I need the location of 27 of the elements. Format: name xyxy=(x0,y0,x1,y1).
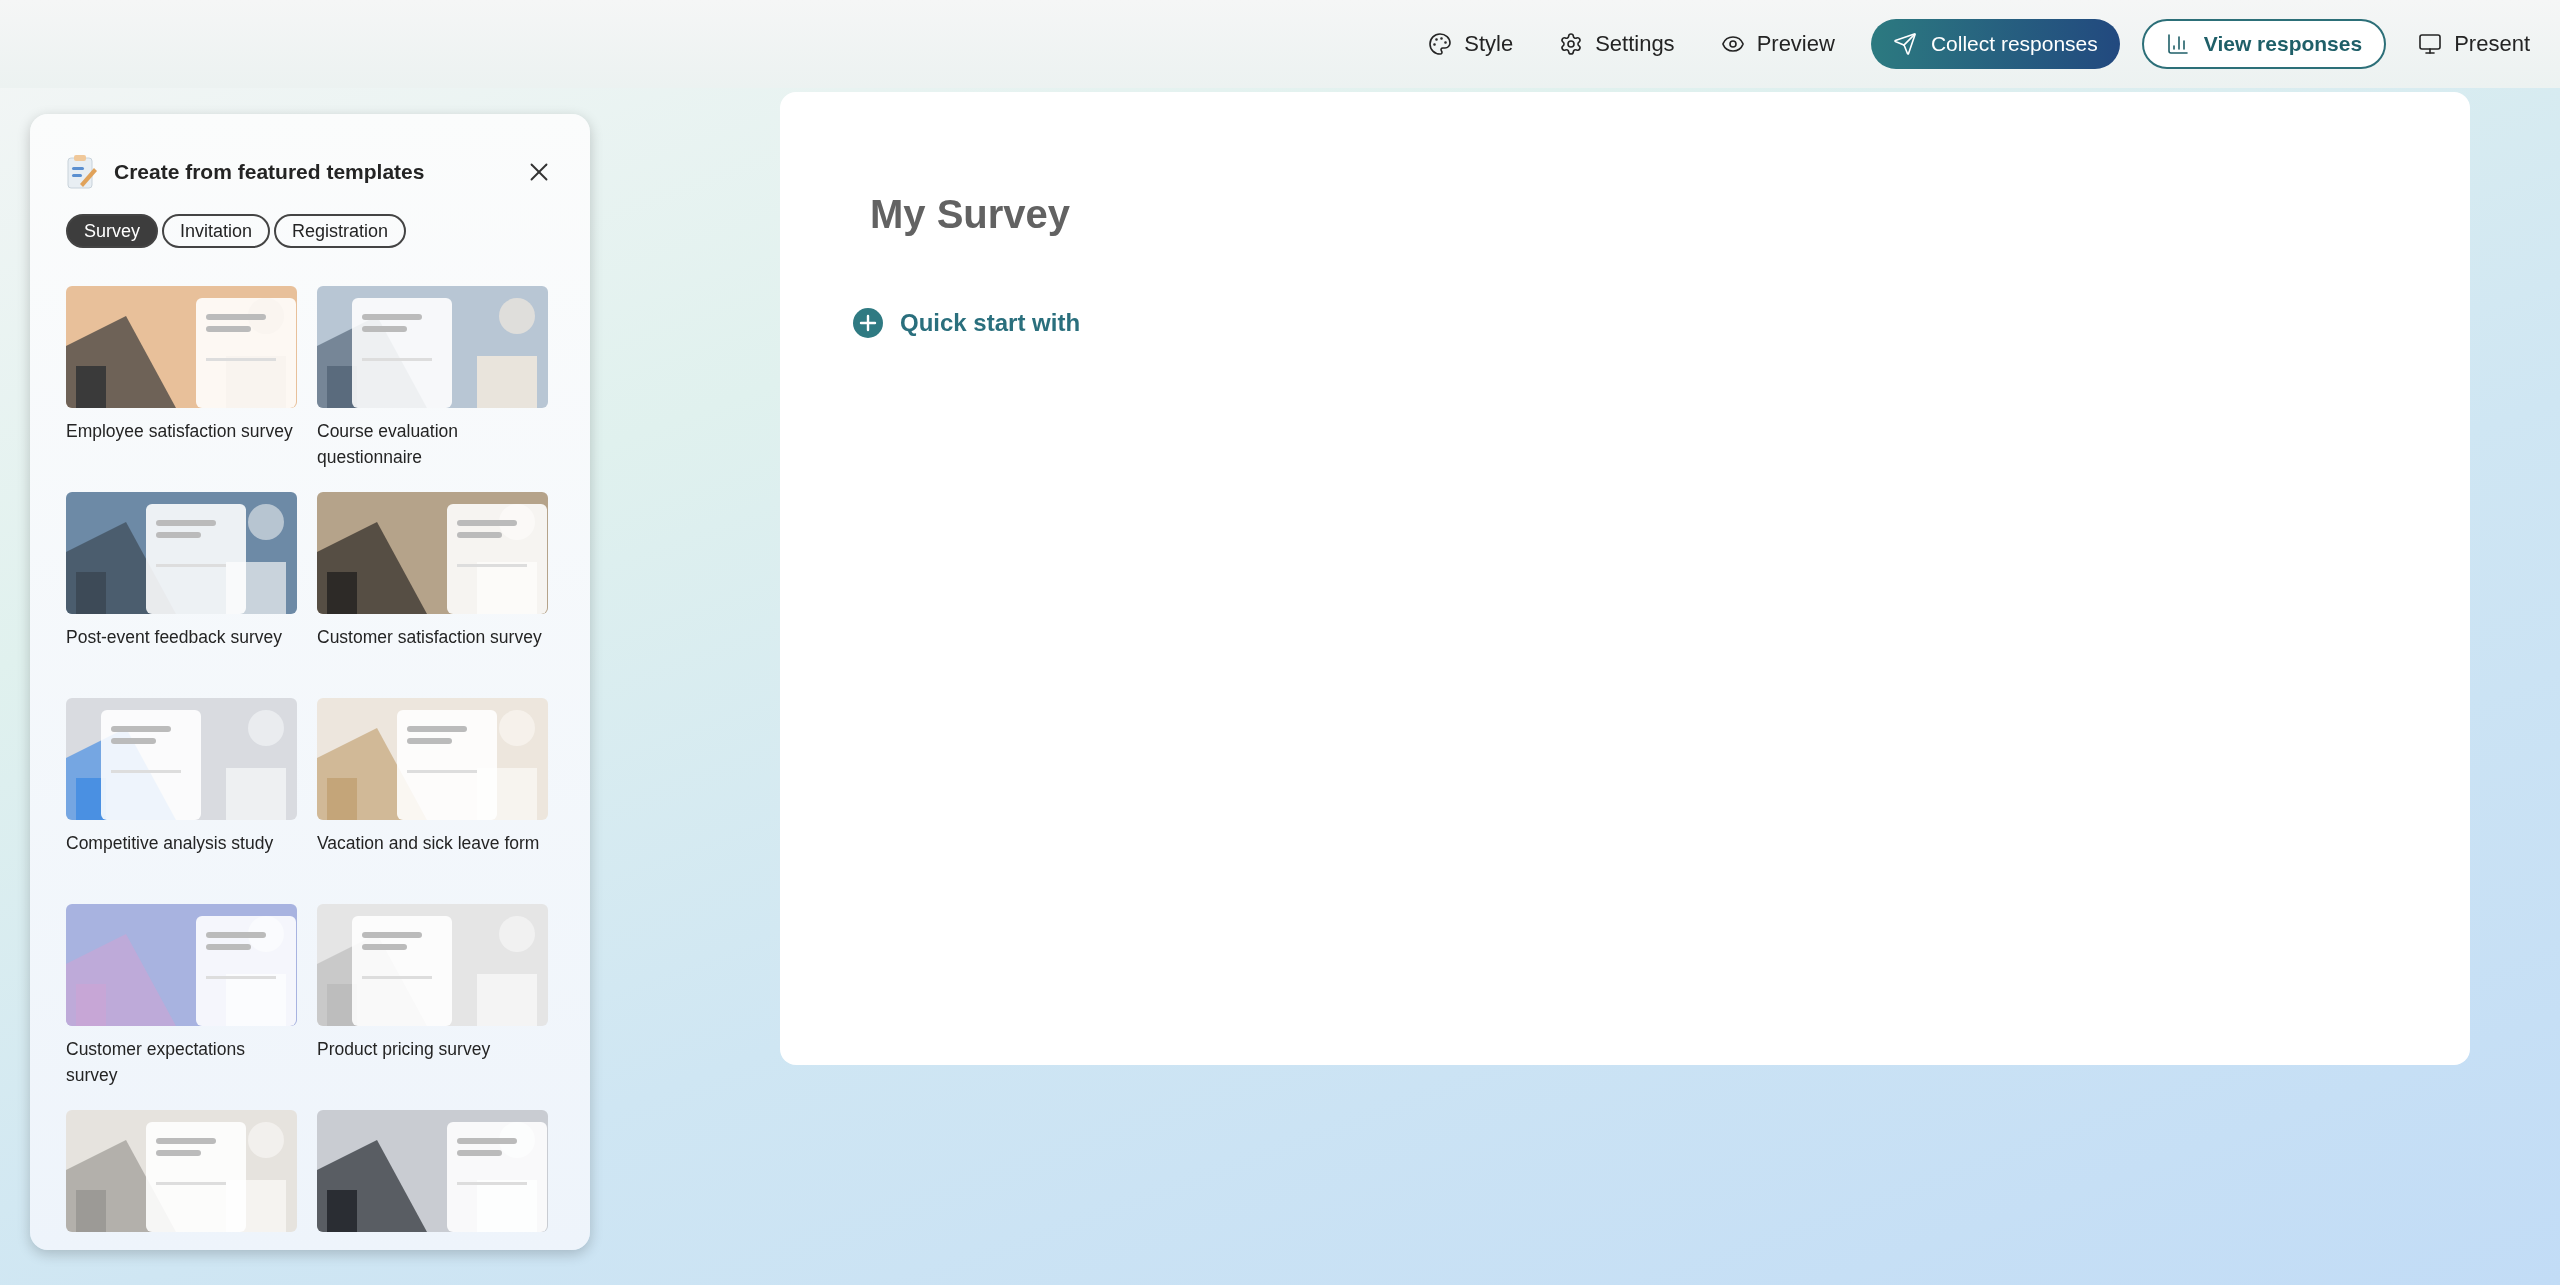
plus-icon xyxy=(852,307,884,339)
template-name[interactable]: Customer satisfaction survey xyxy=(317,624,548,650)
template-name[interactable]: Competitive analysis study xyxy=(66,830,297,856)
collect-responses-button[interactable]: Collect responses xyxy=(1870,19,2120,69)
quick-start-button[interactable]: Quick start with xyxy=(852,307,1081,339)
category-tab[interactable]: Survey xyxy=(66,214,159,248)
form-title: My Survey xyxy=(870,192,1072,237)
settings-icon xyxy=(1559,32,1584,56)
category-tab[interactable]: Invitation xyxy=(162,214,271,248)
template-name[interactable]: Course evaluation questionnaire xyxy=(317,418,548,470)
bar-chart-icon xyxy=(2165,32,2190,56)
clipboard-icon xyxy=(66,154,98,190)
palette-icon xyxy=(1428,32,1453,56)
template-name[interactable]: Employee satisfaction survey xyxy=(66,418,297,444)
monitor-icon xyxy=(2418,32,2443,56)
template-name[interactable]: Customer expectations survey xyxy=(66,1036,297,1088)
toolbar-button[interactable]: Style xyxy=(1414,23,1528,65)
view-responses-button[interactable]: View responses xyxy=(2141,19,2387,69)
panel-title: Create from featured templates xyxy=(114,160,426,184)
toolbar-button[interactable]: Settings xyxy=(1545,23,1689,65)
toolbar-button[interactable]: Preview xyxy=(1706,23,1849,65)
category-tab[interactable]: Registration xyxy=(274,214,407,248)
template-name[interactable]: Post-event feedback survey xyxy=(66,624,297,650)
send-icon xyxy=(1892,32,1917,56)
template-name[interactable]: Product pricing survey xyxy=(317,1036,548,1062)
template-name[interactable]: Vacation and sick leave form xyxy=(317,830,548,856)
toolbar-button[interactable]: Present xyxy=(2404,23,2544,65)
